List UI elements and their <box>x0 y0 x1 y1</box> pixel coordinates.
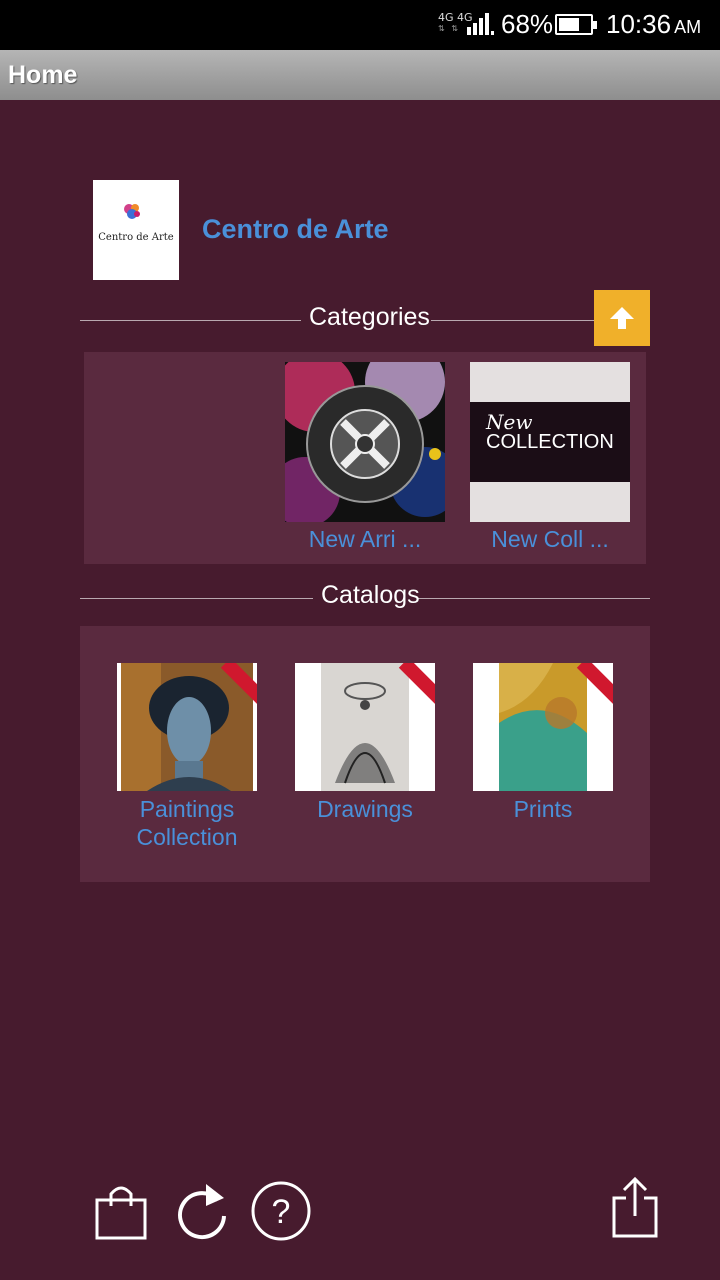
svg-text:?: ? <box>272 1193 291 1231</box>
category-label[interactable]: New Coll ... <box>470 526 630 553</box>
catalog-tile-paintings[interactable] <box>117 663 257 791</box>
catalog-label[interactable]: Prints <box>473 795 613 823</box>
battery-percent: 68% <box>501 9 554 39</box>
title-bar: Home <box>0 50 720 100</box>
new-collection-image: New COLLECTION <box>470 362 630 522</box>
status-bar: 4G 4G ⇅ ⇅ 68% 10:36 AM <box>0 0 720 50</box>
catalog-label[interactable]: Paintings Collection <box>117 795 257 851</box>
share-icon[interactable] <box>610 1176 660 1240</box>
battery-icon <box>555 14 597 35</box>
arrow-up-icon <box>610 307 634 329</box>
proud-to-vape-image <box>285 362 445 522</box>
clock: 10:36 AM <box>606 9 701 40</box>
clock-time: 10:36 <box>606 9 672 39</box>
image-text-collection: COLLECTION <box>486 431 614 453</box>
category-label[interactable]: New Arri ... <box>285 526 445 553</box>
signal-icon <box>467 13 495 35</box>
scroll-up-button[interactable] <box>594 290 650 346</box>
catalog-label[interactable]: Drawings <box>295 795 435 823</box>
page-title: Home <box>8 61 78 89</box>
paint-blob-icon <box>124 204 140 219</box>
catalogs-heading: Catalogs <box>313 581 420 610</box>
store-name-link[interactable]: Centro de Arte <box>202 214 389 245</box>
categories-heading: Categories <box>301 303 431 332</box>
logo-text: Centro de Arte <box>98 232 174 243</box>
catalog-tile-drawings[interactable] <box>295 663 435 791</box>
catalog-tile-prints[interactable] <box>473 663 613 791</box>
help-icon[interactable]: ? <box>250 1180 312 1242</box>
refresh-icon[interactable] <box>172 1180 232 1242</box>
shopping-bag-icon[interactable] <box>93 1180 149 1242</box>
store-logo: Centro de Arte <box>93 180 179 280</box>
clock-ampm: AM <box>674 17 702 37</box>
